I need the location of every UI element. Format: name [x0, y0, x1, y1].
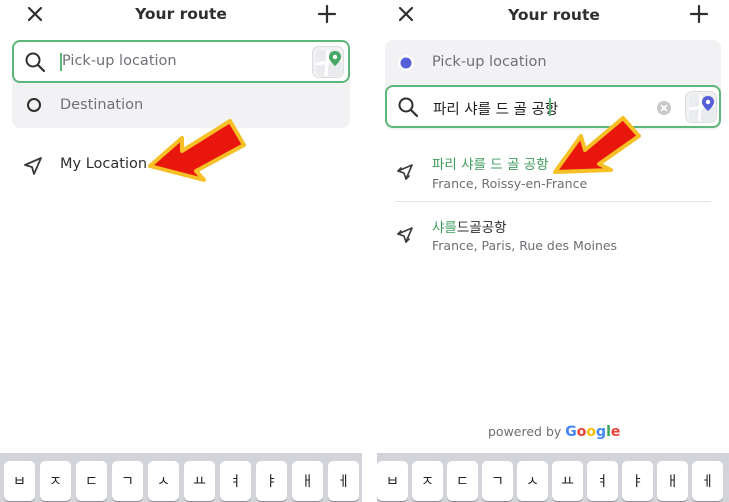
pickup-field[interactable]: Pick-up location — [12, 40, 350, 83]
google-letter: G — [565, 424, 577, 440]
my-location-label: My Location — [60, 156, 148, 172]
map-pin-icon — [315, 49, 343, 77]
key-5[interactable]: ㅅ — [148, 461, 179, 501]
keyboard: ㅂ ㅈ ㄷ ㄱ ㅅ ㅛ ㅕ ㅑ ㅐ ㅔ — [377, 453, 729, 502]
page-title: Your route — [508, 6, 600, 24]
result-title-rest: 드골공항 — [456, 220, 507, 236]
result-title: 샤를드골공항 — [432, 216, 507, 236]
key-2[interactable]: ㅈ — [412, 461, 443, 501]
result-title-match: 샤를 — [432, 220, 457, 236]
powered-by-prefix: powered by — [488, 424, 562, 439]
pointer-arrow-annotation — [553, 116, 641, 174]
map-pin-button[interactable] — [685, 91, 717, 123]
destination-input[interactable]: 파리 샤를 드 골 공항 — [433, 98, 558, 119]
key-2[interactable]: ㅈ — [40, 461, 71, 501]
result-item-2[interactable]: 샤를드골공항 France, Paris, Rue des Moines — [377, 210, 729, 260]
key-3[interactable]: ㄷ — [447, 461, 478, 501]
key-7[interactable]: ㅕ — [220, 461, 251, 501]
result-title: 파리 샤를 드 골 공항 — [432, 153, 549, 173]
result-subtitle: France, Roissy-en-France — [432, 176, 588, 191]
key-1[interactable]: ㅂ — [377, 461, 408, 501]
plane-icon — [397, 227, 413, 243]
result-subtitle: France, Paris, Rue des Moines — [432, 238, 618, 253]
key-8[interactable]: ㅑ — [256, 461, 287, 501]
key-7[interactable]: ㅕ — [587, 461, 618, 501]
destination-radio-icon — [27, 98, 41, 112]
search-icon — [25, 52, 46, 73]
key-4[interactable]: ㄱ — [112, 461, 143, 501]
key-6[interactable]: ㅛ — [552, 461, 583, 501]
google-logo: Google — [565, 424, 620, 440]
powered-by-google: powered by Google — [488, 424, 620, 440]
search-icon — [398, 97, 419, 118]
pickup-label: Pick-up location — [432, 54, 547, 70]
pickup-row[interactable]: Pick-up location — [385, 42, 721, 82]
key-6[interactable]: ㅛ — [184, 461, 215, 501]
key-9[interactable]: ㅐ — [292, 461, 323, 501]
top-bar: Your route — [377, 0, 729, 30]
map-pin-button[interactable] — [312, 46, 344, 78]
google-letter: o — [586, 424, 597, 440]
destination-input[interactable]: Destination — [60, 97, 143, 113]
key-10[interactable]: ㅔ — [328, 461, 359, 501]
pickup-input[interactable]: Pick-up location — [62, 53, 177, 69]
plane-icon — [397, 164, 413, 180]
key-3[interactable]: ㄷ — [76, 461, 107, 501]
clear-icon[interactable] — [656, 100, 672, 116]
pointer-arrow-annotation — [148, 119, 246, 182]
add-stop-icon[interactable] — [688, 3, 710, 25]
left-screen: Your route Pick-up location Destination — [0, 0, 362, 502]
page-title: Your route — [135, 5, 227, 23]
google-letter: o — [576, 424, 587, 440]
key-1[interactable]: ㅂ — [4, 461, 35, 501]
key-9[interactable]: ㅐ — [657, 461, 688, 501]
add-stop-icon[interactable] — [316, 3, 338, 25]
navigation-arrow-icon — [24, 157, 42, 175]
google-letter: g — [596, 424, 607, 440]
key-4[interactable]: ㄱ — [482, 461, 513, 501]
text-caret — [549, 98, 551, 116]
result-title-match: 파리 샤를 드 골 공항 — [432, 157, 549, 173]
keyboard: ㅂ ㅈ ㄷ ㄱ ㅅ ㅛ ㅕ ㅑ ㅐ ㅔ — [0, 453, 362, 502]
right-screen: Your route Pick-up location 파리 샤를 드 골 공항 — [377, 0, 729, 502]
map-pin-icon — [688, 94, 716, 122]
key-8[interactable]: ㅑ — [622, 461, 653, 501]
top-bar: Your route — [0, 0, 362, 30]
pickup-radio-icon — [398, 55, 414, 71]
key-5[interactable]: ㅅ — [517, 461, 548, 501]
google-letter: e — [610, 424, 621, 440]
key-10[interactable]: ㅔ — [692, 461, 723, 501]
divider — [395, 201, 711, 202]
